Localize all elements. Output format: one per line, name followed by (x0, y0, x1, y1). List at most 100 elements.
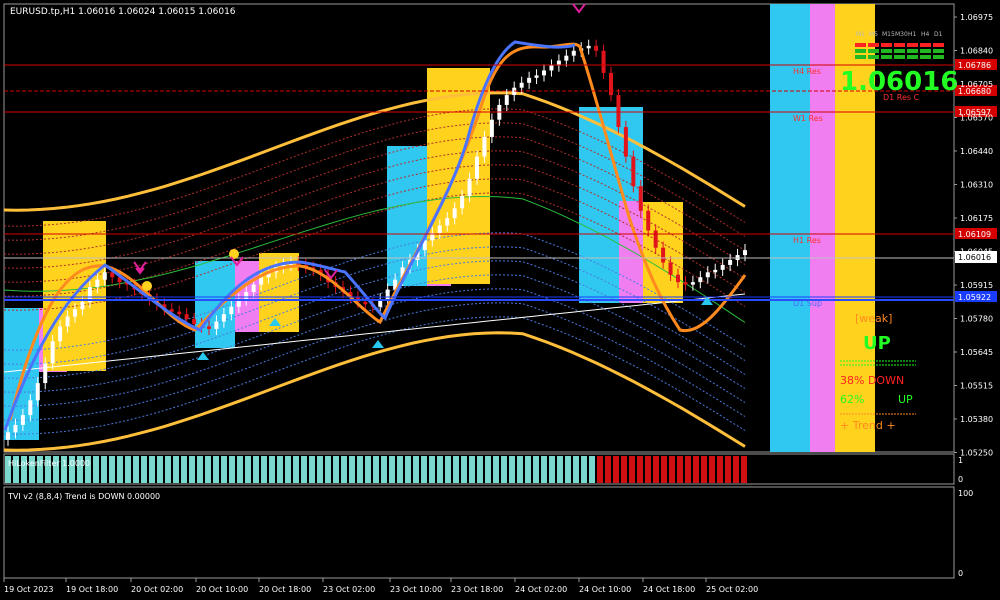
hilo-bar (341, 456, 347, 483)
candle-body (676, 274, 680, 283)
candle-body (743, 250, 747, 256)
candle-body (720, 264, 725, 270)
time-tick: 19 Oct 18:00 (66, 585, 118, 594)
price-tick: 1.05780 (960, 315, 993, 324)
hilo-bar (125, 456, 131, 483)
hilo-bar (197, 456, 203, 483)
candle-body (564, 55, 569, 61)
level-label: H4 Res (793, 67, 821, 76)
candle-body (385, 289, 390, 300)
time-tick: 24 Oct 02:00 (515, 585, 567, 594)
tf-signal-cell (881, 55, 892, 59)
candle-body (542, 70, 546, 76)
envelope-band (3, 302, 746, 421)
candle-body (661, 247, 666, 263)
hilo-bar (661, 456, 667, 483)
candle-body (65, 316, 70, 327)
hilo-bar (245, 456, 251, 483)
hilo-bar (701, 456, 707, 483)
candle-body (713, 269, 718, 273)
trend-label: + Trend + (840, 419, 896, 432)
hilo-bar (717, 456, 723, 483)
candle-body (102, 272, 107, 280)
hilo-bar (629, 456, 635, 483)
timeframe-header: M1 M5 M15 M30 H1 H4 D1 (856, 31, 943, 38)
candle-body (728, 260, 733, 265)
timeframe-signal-bars (855, 43, 944, 59)
hilo-bar (469, 456, 475, 483)
price-tick: 1.06175 (960, 214, 993, 223)
time-tick: 20 Oct 10:00 (196, 585, 248, 594)
hilo-bar (349, 456, 355, 483)
candle-body (207, 326, 211, 329)
candle-body (467, 178, 472, 196)
price-tick: 1.06840 (960, 47, 993, 56)
time-tick: 20 Oct 02:00 (131, 585, 183, 594)
candle-body (698, 277, 703, 283)
hilo-bar (357, 456, 363, 483)
hilo-bar (149, 456, 155, 483)
hilo-bar (461, 456, 467, 483)
price-tick: 1.06705 (960, 80, 993, 89)
hilo-bar (445, 456, 451, 483)
candle-body (177, 311, 182, 315)
candle-body (653, 230, 658, 248)
price-tick: 1.05250 (960, 449, 993, 458)
candle-body (452, 208, 457, 219)
candle-body (475, 156, 479, 179)
up-small: UP (898, 393, 913, 406)
tf-signal-cell (920, 49, 931, 53)
candle-body (192, 319, 197, 324)
time-tick: 19 Oct 2023 (4, 585, 53, 594)
candle-body (504, 95, 509, 105)
tvi-axis-0: 0 (958, 569, 963, 578)
candle-body (534, 75, 539, 78)
hilo-bar (213, 456, 219, 483)
candle-body (95, 279, 100, 288)
hilo-bar (733, 456, 739, 483)
tvi-axis-100: 100 (958, 489, 973, 498)
candle-body (623, 127, 628, 157)
hilo-bar (693, 456, 699, 483)
time-tick: 20 Oct 18:00 (259, 585, 311, 594)
envelope-band (3, 316, 746, 435)
candle-body (646, 210, 651, 231)
hilo-bar (277, 456, 283, 483)
hilo-bar (181, 456, 187, 483)
hilo-bar (597, 456, 603, 483)
candle-body (519, 82, 524, 88)
tf-signal-cell (894, 43, 905, 47)
hilo-bar (365, 456, 371, 483)
hilo-bar (189, 456, 195, 483)
hilo-bar (517, 456, 523, 483)
big-price: 1.06016 (840, 67, 958, 97)
hilo-bar (301, 456, 307, 483)
candle-body (683, 282, 688, 285)
hilo-bar (293, 456, 299, 483)
hilo-bar (317, 456, 323, 483)
candle-body (251, 284, 256, 292)
tf-signal-cell (894, 55, 905, 59)
hilo-bar (589, 456, 595, 483)
tf-signal-cell (855, 55, 866, 59)
hilo-bar (253, 456, 259, 483)
up-signal-big: UP (863, 333, 891, 354)
tf-signal-cell (894, 49, 905, 53)
candle-body (35, 383, 40, 401)
tf-label: M30 (895, 31, 908, 38)
hilo-bar (437, 456, 443, 483)
hilo-axis-1: 1 (958, 456, 963, 465)
tf-label: H4 (921, 31, 930, 38)
tf-label: M15 (882, 31, 895, 38)
hilo-bar (165, 456, 171, 483)
hilo-bar (621, 456, 627, 483)
hilo-bar (613, 456, 619, 483)
hilo-bar (645, 456, 651, 483)
hilo-bar (221, 456, 227, 483)
hilo-bar (637, 456, 643, 483)
tf-signal-cell (868, 43, 879, 47)
candle-body (638, 186, 643, 211)
hilo-bar (429, 456, 435, 483)
time-tick: 24 Oct 10:00 (579, 585, 631, 594)
hilo-bar (525, 456, 531, 483)
